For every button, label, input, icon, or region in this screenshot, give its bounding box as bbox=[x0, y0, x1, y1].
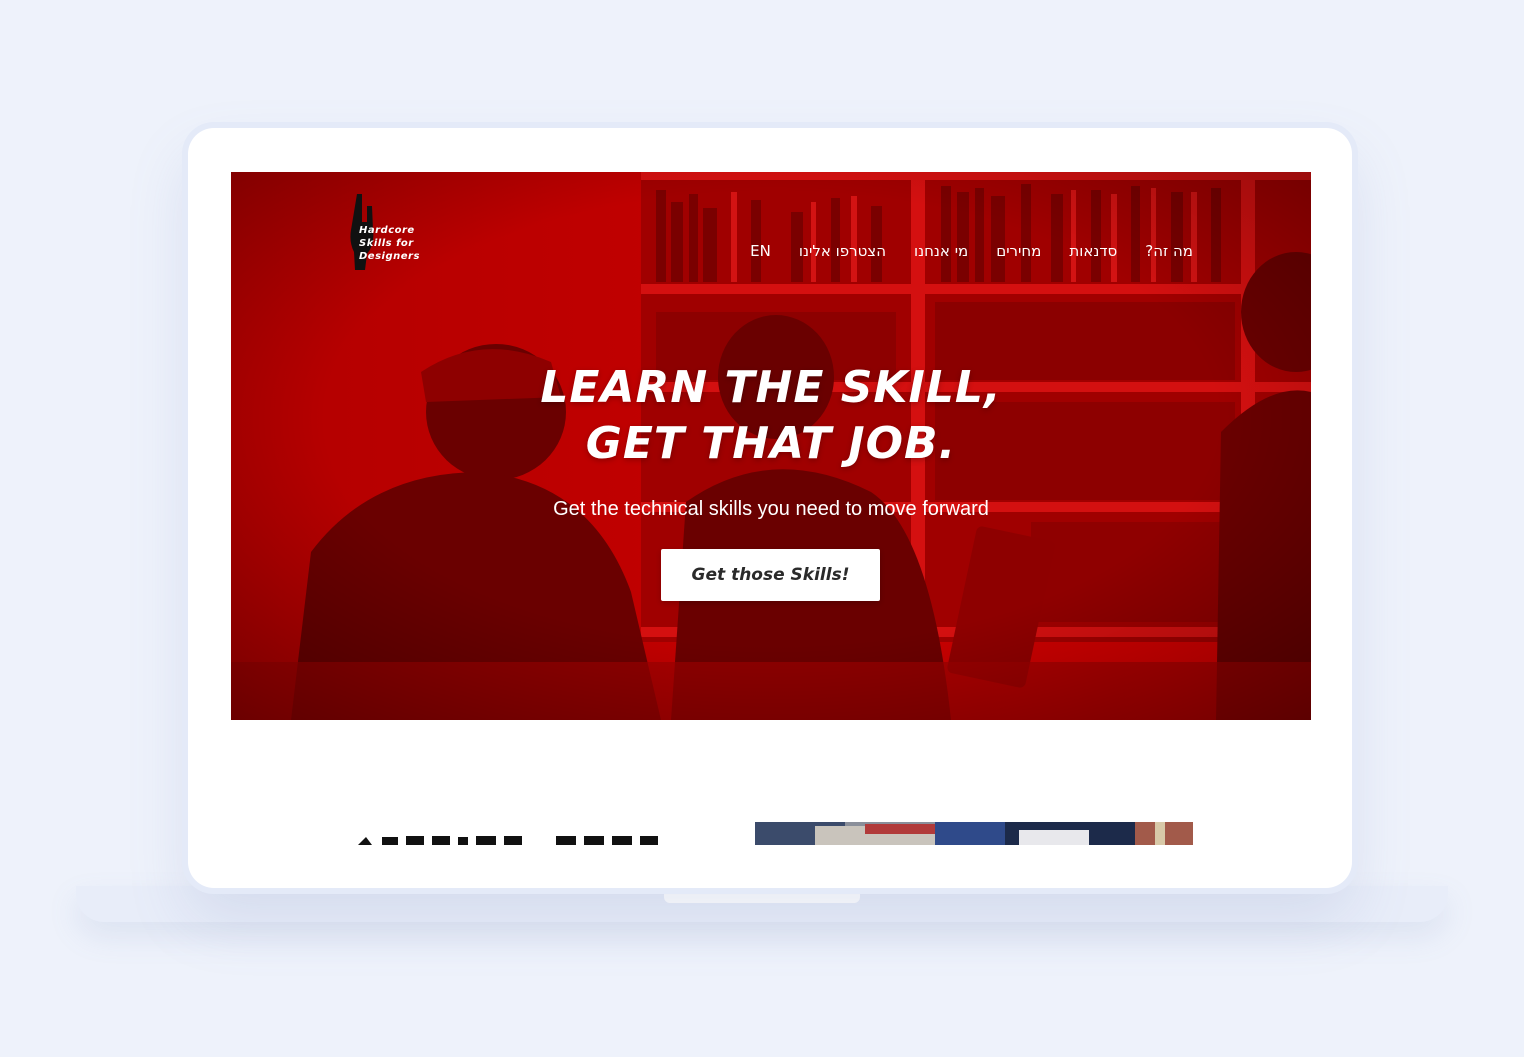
hero-headline-line-2: get that job. bbox=[585, 418, 957, 469]
nav-item-language[interactable]: EN bbox=[750, 242, 771, 260]
nav-item-about[interactable]: מי אנחנו bbox=[914, 242, 968, 260]
logo-text: Hardcore Skills for Designers bbox=[359, 224, 420, 263]
laptop-notch bbox=[664, 888, 860, 903]
logo[interactable]: Hardcore Skills for Designers bbox=[349, 192, 449, 274]
logo-line-2: Skills for bbox=[359, 238, 414, 249]
nav-item-workshops[interactable]: סדנאות bbox=[1069, 242, 1117, 260]
hero-section: Hardcore Skills for Designers מה זה? סדנ… bbox=[231, 172, 1311, 720]
logo-line-3: Designers bbox=[359, 251, 420, 262]
laptop-screen: Hardcore Skills for Designers מה זה? סדנ… bbox=[188, 128, 1352, 888]
logo-line-1: Hardcore bbox=[359, 225, 415, 236]
hero-headline-line-1: Learn the skill, bbox=[540, 362, 1002, 413]
nav-item-join[interactable]: הצטרפו אלינו bbox=[799, 242, 886, 260]
section-image-cropped bbox=[755, 822, 1193, 845]
nav-item-what-is-it[interactable]: מה זה? bbox=[1145, 242, 1193, 260]
section-heading-cropped bbox=[358, 836, 658, 845]
hero-subtitle: Get the technical skills you need to mov… bbox=[553, 498, 989, 520]
hero-headline: Learn the skill, get that job. bbox=[231, 360, 1311, 472]
main-nav: מה זה? סדנאות מחירים מי אנחנו הצטרפו אלי… bbox=[750, 242, 1193, 260]
nav-item-prices[interactable]: מחירים bbox=[996, 242, 1041, 260]
get-skills-button[interactable]: Get those Skills! bbox=[661, 549, 880, 601]
